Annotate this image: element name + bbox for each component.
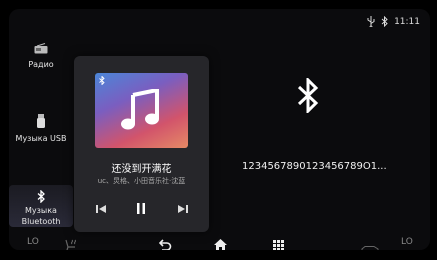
apps-grid-icon bbox=[273, 240, 284, 250]
bluetooth-device-name: 1234567890123456789O1... bbox=[242, 161, 387, 172]
next-button[interactable] bbox=[178, 199, 188, 218]
bluetooth-status-icon bbox=[381, 16, 388, 27]
pause-icon bbox=[137, 203, 145, 214]
sidebar-item-label: Музыка bbox=[25, 206, 57, 215]
radio-icon bbox=[34, 43, 48, 54]
music-note-icon bbox=[121, 89, 159, 130]
song-title: 还没到开满花 bbox=[111, 164, 172, 175]
bluetooth-icon bbox=[99, 76, 105, 85]
sidebar-item-radio[interactable]: Радио bbox=[9, 43, 73, 70]
apps-button[interactable] bbox=[273, 236, 284, 250]
right-temperature[interactable]: LO bbox=[401, 237, 413, 247]
sidebar: Радио Музыка USB Музыка Bluetooth bbox=[9, 37, 73, 233]
sidebar-item-label: Bluetooth bbox=[21, 217, 61, 226]
sidebar-item-bluetooth-music[interactable]: Музыка Bluetooth bbox=[9, 185, 73, 227]
usb-stick-icon bbox=[37, 114, 45, 128]
sidebar-item-label: Музыка USB bbox=[15, 134, 67, 143]
next-icon bbox=[178, 205, 188, 213]
car-icon bbox=[361, 246, 379, 250]
seat-heat-icon bbox=[65, 239, 76, 250]
clock: 11:11 bbox=[394, 16, 420, 27]
artist-name: uc、炅格、小田音乐社·沈蓝 bbox=[97, 177, 186, 185]
album-art bbox=[95, 73, 188, 148]
home-icon bbox=[214, 239, 227, 250]
bluetooth-icon bbox=[37, 190, 45, 203]
back-icon bbox=[158, 239, 172, 250]
usb-icon bbox=[367, 16, 375, 27]
car-button[interactable] bbox=[361, 238, 379, 250]
bottom-bar: LO LO bbox=[9, 233, 430, 250]
bluetooth-large-icon bbox=[297, 78, 319, 113]
seat-heat-button[interactable] bbox=[64, 236, 77, 250]
screen: 11:11 Радио Музыка USB Музыка Bluetooth bbox=[9, 9, 430, 250]
sidebar-item-usb-music[interactable]: Музыка USB bbox=[9, 114, 73, 144]
home-button[interactable] bbox=[214, 236, 227, 250]
sidebar-item-label: Радио bbox=[28, 60, 54, 69]
left-temperature[interactable]: LO bbox=[27, 237, 39, 247]
back-button[interactable] bbox=[158, 236, 172, 250]
previous-button[interactable] bbox=[96, 199, 106, 218]
status-bar: 11:11 bbox=[367, 16, 420, 27]
pause-button[interactable] bbox=[136, 199, 146, 218]
now-playing-card[interactable]: 还没到开满花 uc、炅格、小田音乐社·沈蓝 bbox=[74, 56, 209, 232]
previous-icon bbox=[96, 205, 106, 213]
